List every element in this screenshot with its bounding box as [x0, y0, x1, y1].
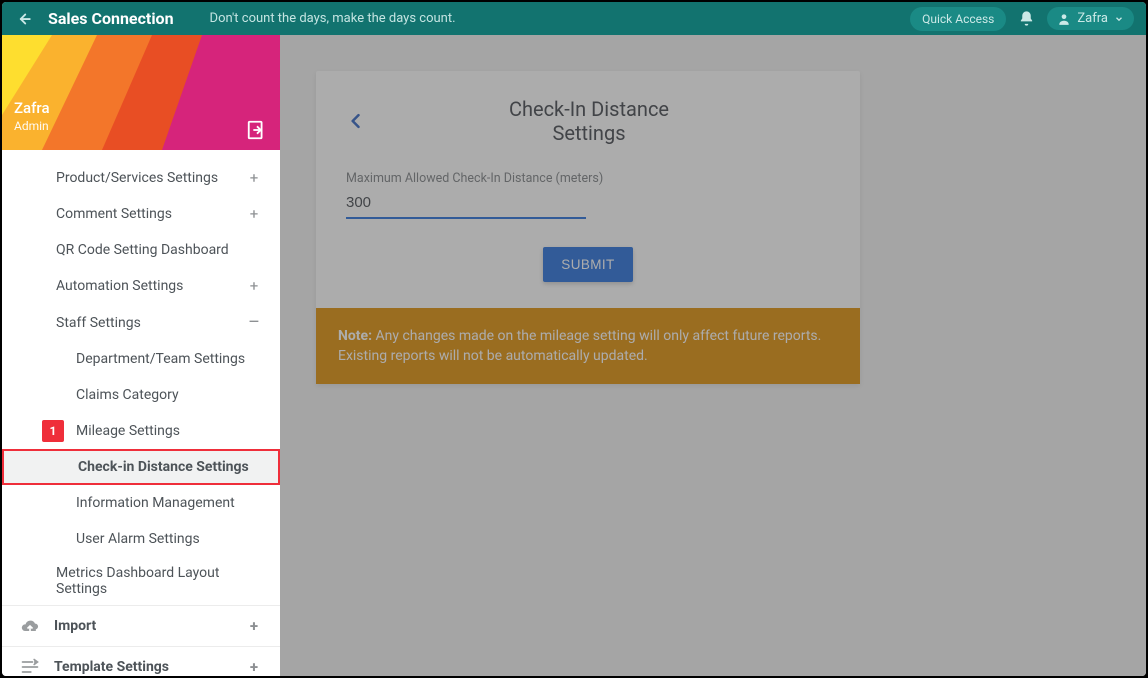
- sidebar-item-product-services[interactable]: Product/Services Settings +: [2, 160, 280, 196]
- card-title: Check-In Distance Settings: [376, 97, 802, 145]
- sidebar-item-comment-settings[interactable]: Comment Settings +: [2, 196, 280, 232]
- distance-input[interactable]: [346, 190, 586, 219]
- sidebar-item-staff-settings[interactable]: Staff Settings –: [2, 304, 280, 341]
- bell-icon: [1018, 10, 1035, 27]
- sidebar-sub-checkin-distance[interactable]: Check-in Distance Settings: [2, 449, 280, 485]
- expand-icon: +: [246, 169, 262, 187]
- user-name: Zafra: [1077, 11, 1108, 26]
- user-menu[interactable]: Zafra: [1047, 7, 1134, 30]
- sidebar-sub-info-management[interactable]: Information Management: [2, 485, 280, 521]
- sidebar-sub-department-team[interactable]: Department/Team Settings: [2, 341, 280, 377]
- header-back-button[interactable]: [14, 10, 32, 28]
- sidebar-menu: Product/Services Settings + Comment Sett…: [2, 150, 280, 676]
- sidebar-sub-user-alarm[interactable]: User Alarm Settings: [2, 521, 280, 557]
- note-prefix: Note:: [338, 328, 372, 344]
- template-icon: [20, 657, 40, 676]
- sidebar-item-automation[interactable]: Automation Settings +: [2, 268, 280, 304]
- sidebar-header: Zafra Admin: [2, 35, 280, 150]
- sidebar-sub-claims-category[interactable]: Claims Category: [2, 377, 280, 413]
- step-badge: 1: [42, 420, 64, 442]
- user-icon: [1057, 12, 1071, 26]
- arrow-left-icon: [14, 10, 32, 28]
- expand-icon: +: [246, 277, 262, 295]
- submit-button[interactable]: SUBMIT: [543, 247, 632, 282]
- collapse-icon: –: [246, 312, 262, 333]
- header-tagline: Don't count the days, make the days coun…: [210, 11, 456, 26]
- distance-field-label: Maximum Allowed Check-In Distance (meter…: [346, 171, 830, 186]
- card-back-button[interactable]: [346, 111, 366, 131]
- note-text: Any changes made on the mileage setting …: [338, 328, 821, 364]
- sidebar-section-import[interactable]: Import +: [2, 605, 280, 646]
- chevron-down-icon: [1114, 14, 1124, 24]
- notifications-button[interactable]: [1018, 10, 1035, 27]
- expand-icon: +: [246, 658, 262, 676]
- expand-icon: +: [246, 205, 262, 223]
- sidebar: Zafra Admin Product/Services Settings + …: [2, 35, 280, 676]
- quick-access-button[interactable]: Quick Access: [910, 7, 1006, 31]
- sidebar-username: Zafra: [14, 99, 50, 117]
- expand-icon: +: [246, 617, 262, 635]
- cloud-upload-icon: [20, 616, 40, 636]
- exit-icon: [246, 119, 268, 141]
- app-frame: Sales Connection Don't count the days, m…: [0, 0, 1148, 678]
- app-body: Zafra Admin Product/Services Settings + …: [2, 35, 1146, 676]
- app-name: Sales Connection: [48, 9, 174, 28]
- sidebar-item-metrics-dashboard[interactable]: Metrics Dashboard Layout Settings: [2, 557, 280, 605]
- note-banner: Note: Any changes made on the mileage se…: [316, 308, 860, 384]
- sidebar-section-template[interactable]: Template Settings +: [2, 646, 280, 676]
- settings-card: Check-In Distance Settings Maximum Allow…: [316, 71, 860, 384]
- main-area: Check-In Distance Settings Maximum Allow…: [280, 35, 1146, 676]
- app-header: Sales Connection Don't count the days, m…: [2, 2, 1146, 35]
- card-header: Check-In Distance Settings: [346, 97, 830, 145]
- sidebar-exit-button[interactable]: [246, 119, 268, 145]
- chevron-left-icon: [346, 111, 366, 131]
- sidebar-item-qr-dashboard[interactable]: QR Code Setting Dashboard: [2, 232, 280, 268]
- sidebar-role: Admin: [14, 119, 50, 133]
